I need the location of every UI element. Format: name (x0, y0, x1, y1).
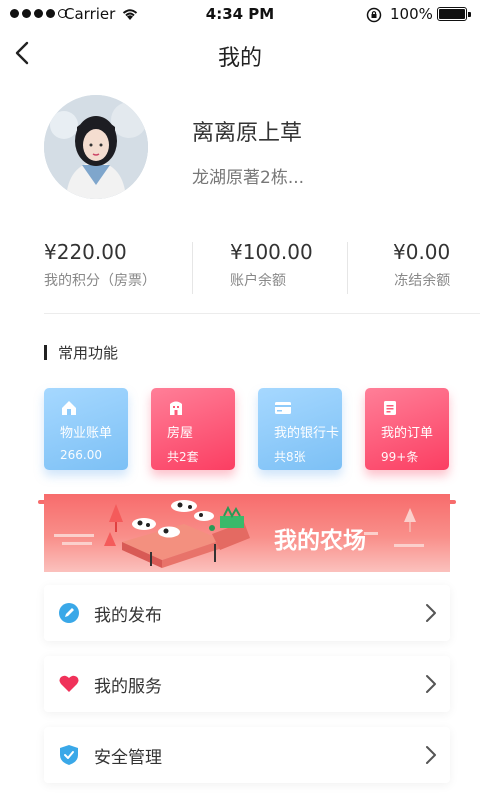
shield-check-icon (60, 745, 78, 765)
banner-title: 我的农场 (274, 528, 366, 554)
card-title: 我的订单 (381, 426, 434, 441)
chevron-right-icon (426, 604, 436, 622)
card-title: 房屋 (167, 426, 194, 441)
points-balance[interactable]: ¥220.00 我的积分（房票） (44, 240, 156, 290)
nav-bar: 我的 (0, 28, 480, 78)
bank-card-icon (275, 402, 291, 414)
my-farm-banner[interactable]: 我的农场 (44, 494, 450, 572)
house-icon (62, 401, 76, 415)
farm-illustration (54, 500, 424, 568)
card-subtitle: 共2套 (167, 450, 199, 464)
user-address: 龙湖原著2栋... (192, 168, 305, 188)
frozen-balance-label: 冻结余额 (394, 273, 451, 289)
account-balance-label: 账户余额 (230, 273, 286, 289)
menu-item-my-posts[interactable]: 我的发布 (44, 585, 450, 641)
order-icon (384, 401, 396, 415)
frozen-balance[interactable]: ¥0.00 冻结余额 (393, 240, 450, 290)
divider (44, 313, 480, 314)
menu-item-label: 我的服务 (94, 677, 162, 697)
bank-card-card[interactable]: 我的银行卡 共8张 (258, 388, 342, 470)
orientation-lock-icon (366, 7, 382, 23)
chevron-right-icon (426, 675, 436, 693)
card-subtitle: 共8张 (274, 450, 306, 464)
divider (347, 242, 348, 294)
my-orders-card[interactable]: 我的订单 99+条 (365, 388, 449, 470)
menu-item-my-services[interactable]: 我的服务 (44, 656, 450, 712)
user-name: 离离原上草 (192, 121, 303, 146)
menu-item-label: 我的发布 (94, 606, 162, 626)
avatar[interactable] (44, 95, 148, 199)
card-title: 我的银行卡 (274, 426, 340, 441)
card-title: 物业账单 (60, 426, 113, 441)
points-label: 我的积分（房票） (44, 273, 156, 289)
divider (192, 242, 193, 294)
card-subtitle: 266.00 (60, 448, 102, 462)
menu-item-label: 安全管理 (94, 748, 162, 768)
battery-icon (437, 7, 471, 21)
page-title: 我的 (217, 46, 262, 71)
building-icon (170, 401, 182, 415)
account-balance-amount: ¥100.00 (230, 240, 313, 264)
frozen-balance-amount: ¥0.00 (393, 240, 451, 264)
property-bill-card[interactable]: 物业账单 266.00 (44, 388, 128, 470)
menu-item-security[interactable]: 安全管理 (44, 727, 450, 783)
status-bar: Carrier 4:34 PM 100% (0, 0, 480, 28)
heart-icon (59, 675, 79, 692)
balance-summary: ¥220.00 我的积分（房票） ¥100.00 账户余额 ¥0.00 冻结余额 (0, 240, 480, 296)
points-amount: ¥220.00 (44, 240, 127, 264)
card-subtitle: 99+条 (381, 450, 419, 464)
battery-percentage: 100% (390, 5, 433, 23)
chevron-right-icon (426, 746, 436, 764)
avatar-image (44, 95, 148, 199)
house-card[interactable]: 房屋 共2套 (151, 388, 235, 470)
account-balance[interactable]: ¥100.00 账户余额 (230, 240, 313, 290)
edit-icon (59, 603, 79, 623)
section-title: 常用功能 (58, 344, 119, 362)
section-marker (44, 345, 47, 360)
